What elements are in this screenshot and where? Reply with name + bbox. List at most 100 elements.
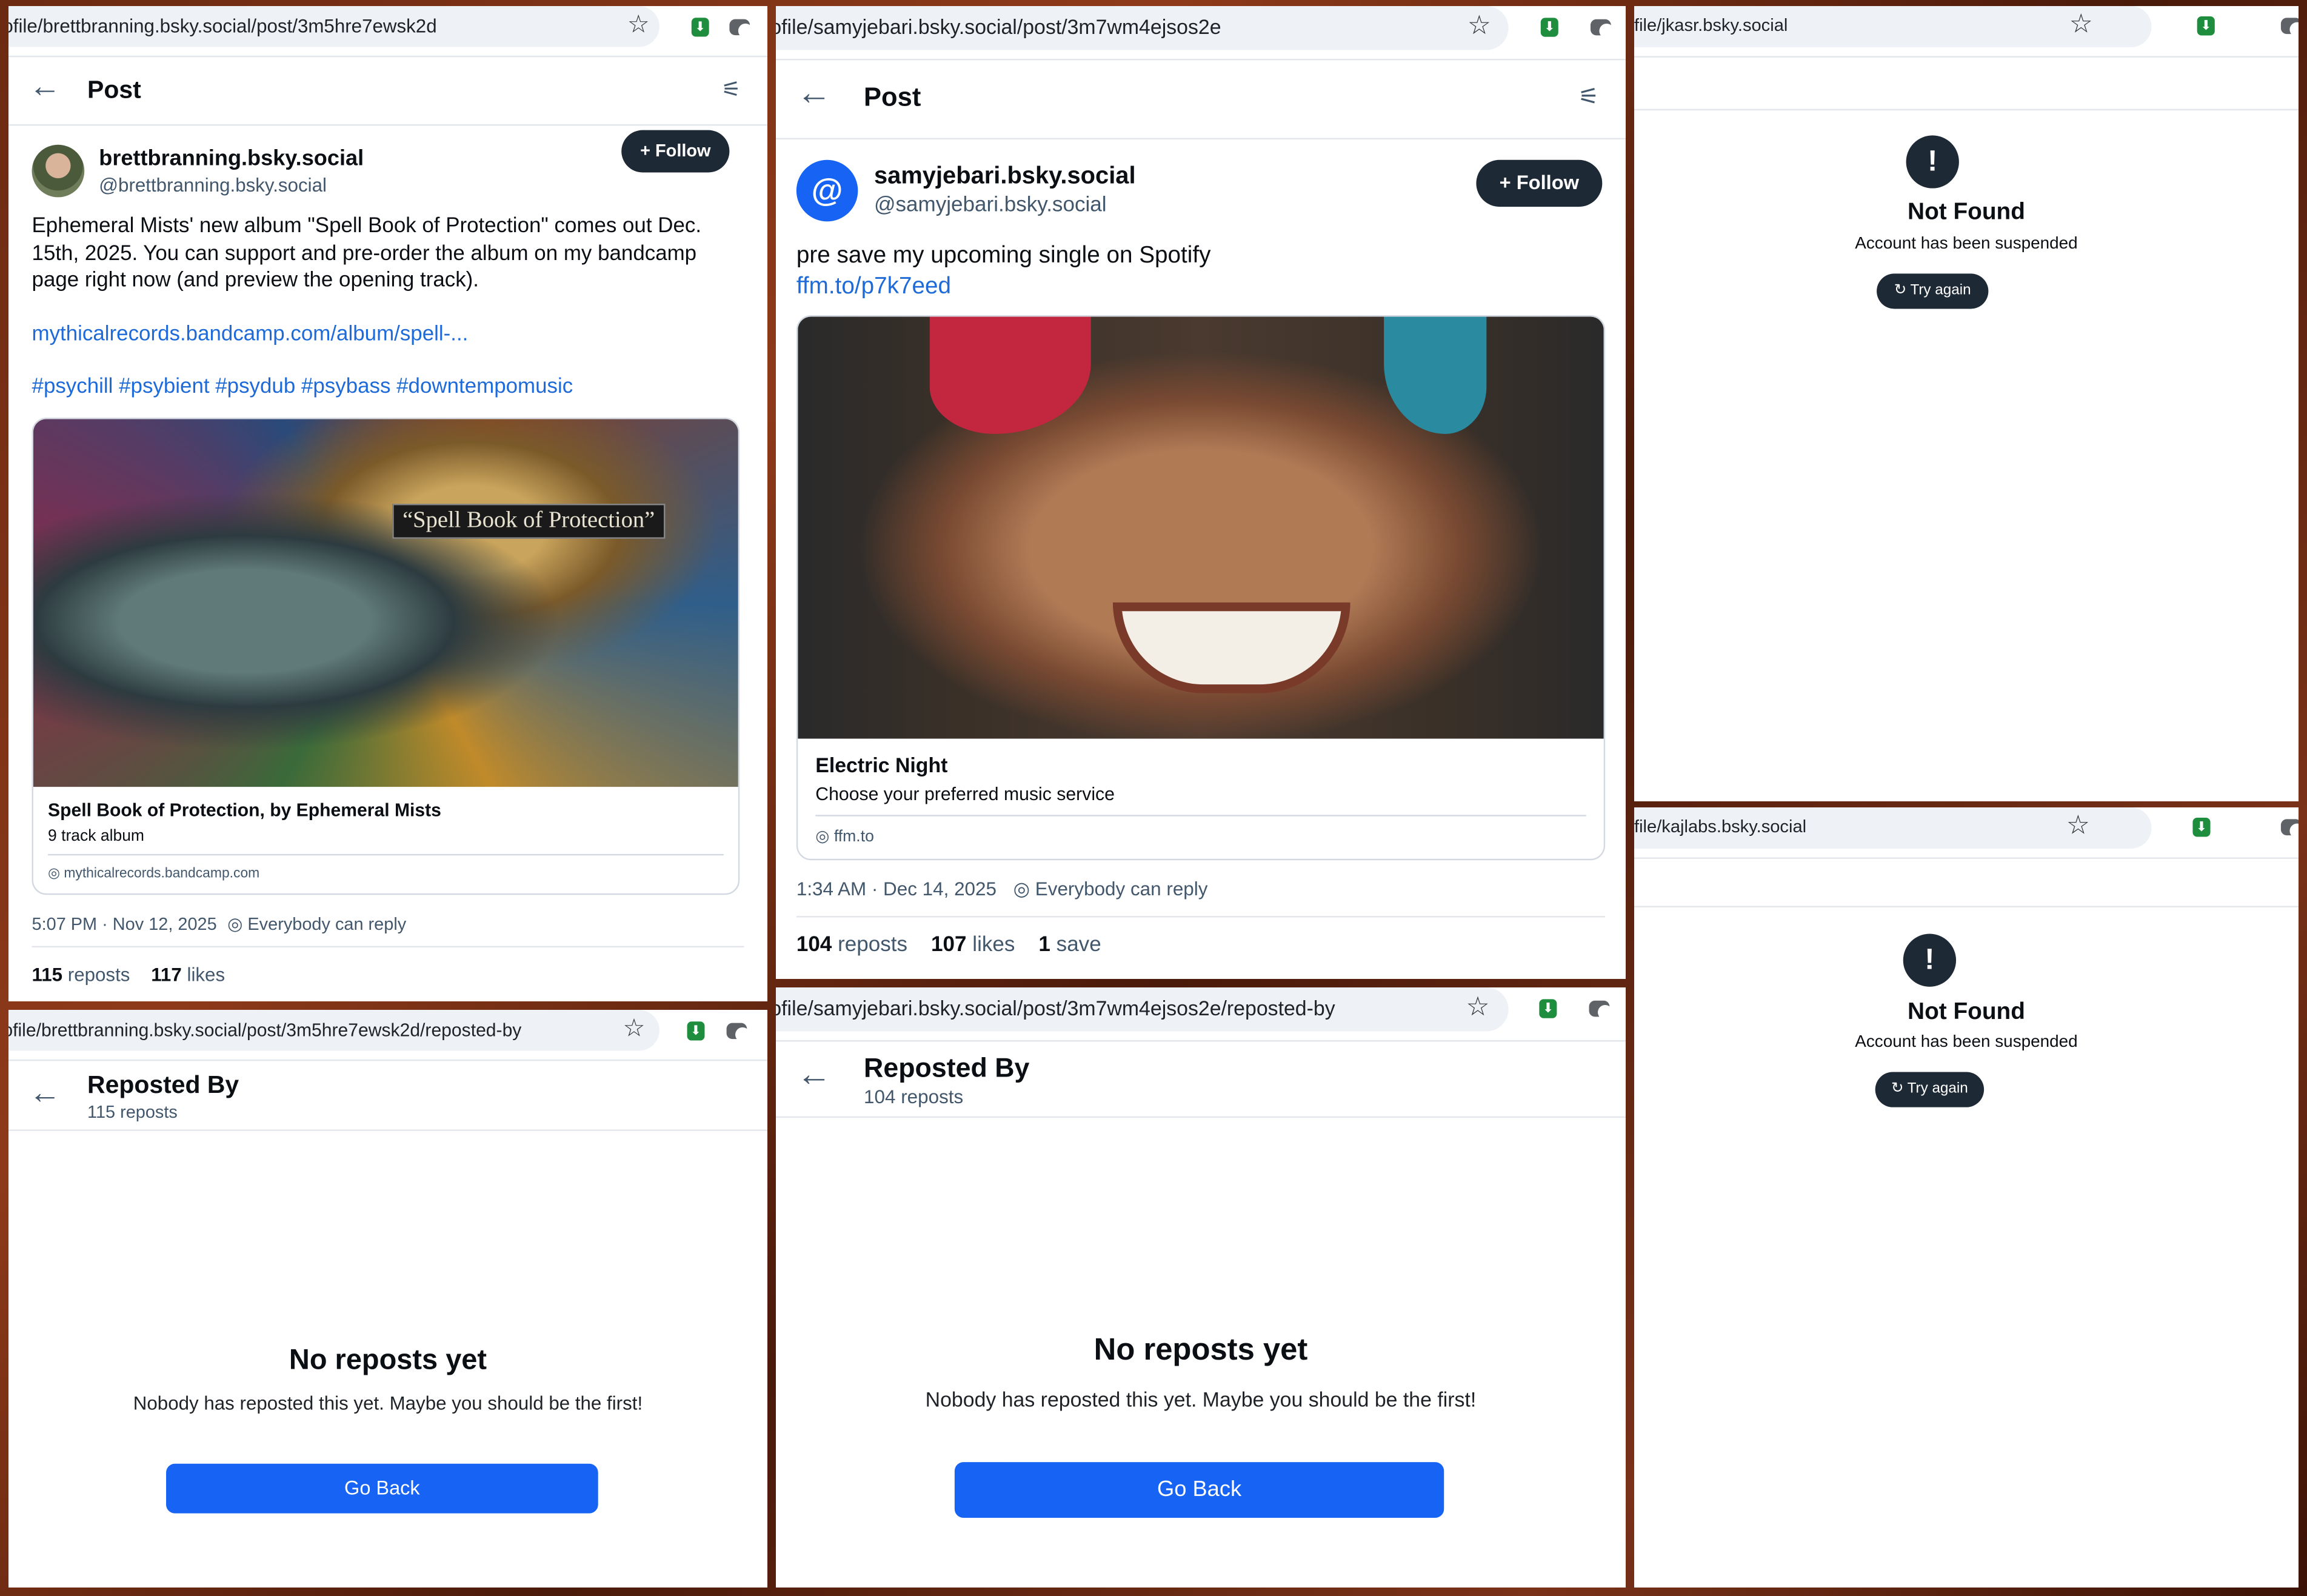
bookmark-star-icon[interactable]: ☆ xyxy=(623,1014,646,1043)
reply-setting[interactable]: ◎ Everybody can reply xyxy=(227,914,406,935)
likes-stat[interactable]: 117 likes xyxy=(151,963,225,985)
globe-icon: ◎ xyxy=(48,866,64,882)
tune-icon[interactable]: ⚟ xyxy=(1578,82,1600,112)
try-again-button[interactable]: ↻ Try again xyxy=(1875,1072,1985,1107)
saves-label: save xyxy=(1056,933,1101,957)
post-stats: 104 reposts 107 likes 1 save xyxy=(796,933,1101,957)
follow-button[interactable]: + Follow xyxy=(621,130,730,173)
refresh-icon: ↻ xyxy=(1891,1081,1908,1097)
display-name[interactable]: brettbranning.bsky.social xyxy=(99,146,364,171)
post-header: ← Post ⚟ xyxy=(776,59,1626,139)
empty-state-title: No reposts yet xyxy=(1093,1333,1308,1367)
bookmark-star-icon[interactable]: ☆ xyxy=(627,10,650,39)
follow-button[interactable]: + Follow xyxy=(1476,159,1603,207)
link-card[interactable]: Electric Night Choose your preferred mus… xyxy=(796,315,1606,861)
stats-divider xyxy=(796,916,1606,918)
try-again-button[interactable]: ↻ Try again xyxy=(1877,273,1989,309)
address-url[interactable]: file/kajlabs.bsky.social xyxy=(1634,816,1806,837)
post-panel-brettbranning: ofile/brettbranning.bsky.social/post/3m5… xyxy=(8,6,767,1001)
address-url[interactable]: ofile/brettbranning.bsky.social/post/3m5… xyxy=(8,1020,521,1041)
post-text: pre save my upcoming single on Spotify f… xyxy=(796,241,1588,302)
camera-icon[interactable] xyxy=(729,19,753,38)
empty-state-subtitle: Nobody has reposted this yet. Maybe you … xyxy=(925,1387,1477,1411)
bookmark-star-icon[interactable]: ☆ xyxy=(2069,9,2093,40)
hashtags[interactable]: #psychill #psybient #psydub #psybass #do… xyxy=(32,374,750,401)
address-url[interactable]: ofile/samyjebari.bsky.social/post/3m7wm4… xyxy=(776,15,1221,39)
camera-icon[interactable] xyxy=(726,1023,750,1042)
page-title: Post xyxy=(864,82,921,112)
go-back-button[interactable]: Go Back xyxy=(166,1463,598,1514)
reposts-count: 115 xyxy=(32,963,63,986)
reposts-count: 104 xyxy=(796,933,832,957)
saves-stat[interactable]: 1 save xyxy=(1038,933,1101,957)
reply-setting[interactable]: ◎ Everybody can reply xyxy=(1013,878,1208,901)
card-title: Electric Night xyxy=(815,753,948,777)
reposts-label: reposts xyxy=(67,963,130,986)
address-url[interactable]: ofile/samyjebari.bsky.social/post/3m7wm4… xyxy=(776,997,1335,1020)
reposts-stat[interactable]: 115 reposts xyxy=(32,963,130,985)
likes-stat[interactable]: 107 likes xyxy=(931,933,1015,957)
post-text-line: page right now (and preview the opening … xyxy=(32,269,479,292)
extension-icon[interactable]: ⬇ xyxy=(687,1021,705,1041)
not-found-title: Not Found xyxy=(1908,1000,2025,1025)
bookmark-star-icon[interactable]: ☆ xyxy=(1467,10,1491,41)
browser-toolbar: file/jkasr.bsky.social ☆ ⬇ xyxy=(1634,6,2299,58)
back-arrow-icon[interactable]: ← xyxy=(29,1074,61,1112)
exclamation-icon: ! xyxy=(1906,135,1959,189)
user-handle[interactable]: @samyjebari.bsky.social xyxy=(874,193,1107,217)
go-back-button[interactable]: Go Back xyxy=(954,1462,1444,1518)
empty-state-subtitle: Nobody has reposted this yet. Maybe you … xyxy=(133,1392,643,1414)
likes-label: likes xyxy=(972,933,1015,957)
camera-icon[interactable] xyxy=(1589,1000,1613,1020)
extension-icon[interactable]: ⬇ xyxy=(2192,817,2211,837)
card-domain: ◎ mythicalrecords.bandcamp.com xyxy=(48,866,259,881)
bookmark-star-icon[interactable]: ☆ xyxy=(2066,810,2090,841)
back-arrow-icon[interactable]: ← xyxy=(796,73,832,115)
extension-icon[interactable]: ⬇ xyxy=(1540,18,1558,37)
card-description: 9 track album xyxy=(48,827,144,846)
reposted-by-header: ← Reposted By 104 reposts xyxy=(776,1040,1626,1118)
page-title: Post xyxy=(87,76,141,104)
card-domain-text: mythicalrecords.bandcamp.com xyxy=(64,866,260,882)
saves-count: 1 xyxy=(1038,933,1050,957)
post-link[interactable]: mythicalrecords.bandcamp.com/album/spell… xyxy=(32,321,750,348)
camera-icon[interactable] xyxy=(1590,19,1614,39)
avatar[interactable] xyxy=(32,144,85,198)
camera-icon[interactable] xyxy=(2280,819,2299,838)
camera-icon[interactable] xyxy=(2280,18,2299,37)
address-url[interactable]: file/jkasr.bsky.social xyxy=(1634,15,1788,36)
extension-icon[interactable]: ⬇ xyxy=(1539,999,1557,1018)
post-text-line: 15th, 2025. You can support and pre-orde… xyxy=(32,241,697,265)
repost-count-subtitle: 115 reposts xyxy=(87,1101,178,1123)
try-again-label: Try again xyxy=(1910,282,1971,299)
post-timestamp: 5:07 PM · Nov 12, 2025 xyxy=(32,913,217,935)
reposts-stat[interactable]: 104 reposts xyxy=(796,933,907,957)
avatar[interactable]: @ xyxy=(796,159,858,222)
reply-setting-text: Everybody can reply xyxy=(1035,878,1208,900)
tune-icon[interactable]: ⚟ xyxy=(721,76,741,102)
bookmark-star-icon[interactable]: ☆ xyxy=(1466,992,1490,1023)
extension-icon[interactable]: ⬇ xyxy=(2197,16,2215,36)
link-card[interactable]: “Spell Book of Protection” Spell Book of… xyxy=(32,417,740,895)
post-text-line: pre save my upcoming single on Spotify xyxy=(796,243,1211,269)
display-name[interactable]: samyjebari.bsky.social xyxy=(874,163,1136,191)
card-description: Choose your preferred music service xyxy=(815,784,1115,805)
browser-toolbar: ofile/samyjebari.bsky.social/post/3m7wm4… xyxy=(776,987,1626,1042)
card-title: Spell Book of Protection, by Ephemeral M… xyxy=(48,800,441,821)
address-url[interactable]: ofile/brettbranning.bsky.social/post/3m5… xyxy=(8,15,437,36)
post-text: Ephemeral Mists' new album "Spell Book o… xyxy=(32,213,750,401)
artist-photo xyxy=(798,316,1604,739)
post-link[interactable]: ffm.to/p7k7eed xyxy=(796,272,1588,302)
header-spacer xyxy=(1634,109,2299,111)
profile-panel-jkasr: file/jkasr.bsky.social ☆ ⬇ ! Not Found A… xyxy=(1634,6,2299,801)
back-arrow-icon[interactable]: ← xyxy=(796,1055,832,1096)
user-handle[interactable]: @brettbranning.bsky.social xyxy=(99,174,327,196)
page-title: Reposted By xyxy=(87,1071,239,1099)
extension-icon[interactable]: ⬇ xyxy=(691,18,709,37)
back-arrow-icon[interactable]: ← xyxy=(29,67,61,105)
album-cover-image: “Spell Book of Protection” xyxy=(33,419,738,787)
globe-icon: ◎ xyxy=(1013,878,1035,900)
likes-count: 107 xyxy=(931,933,967,957)
reposted-by-header: ← Reposted By 115 reposts xyxy=(8,1060,767,1131)
browser-toolbar: ofile/samyjebari.bsky.social/post/3m7wm4… xyxy=(776,6,1626,61)
